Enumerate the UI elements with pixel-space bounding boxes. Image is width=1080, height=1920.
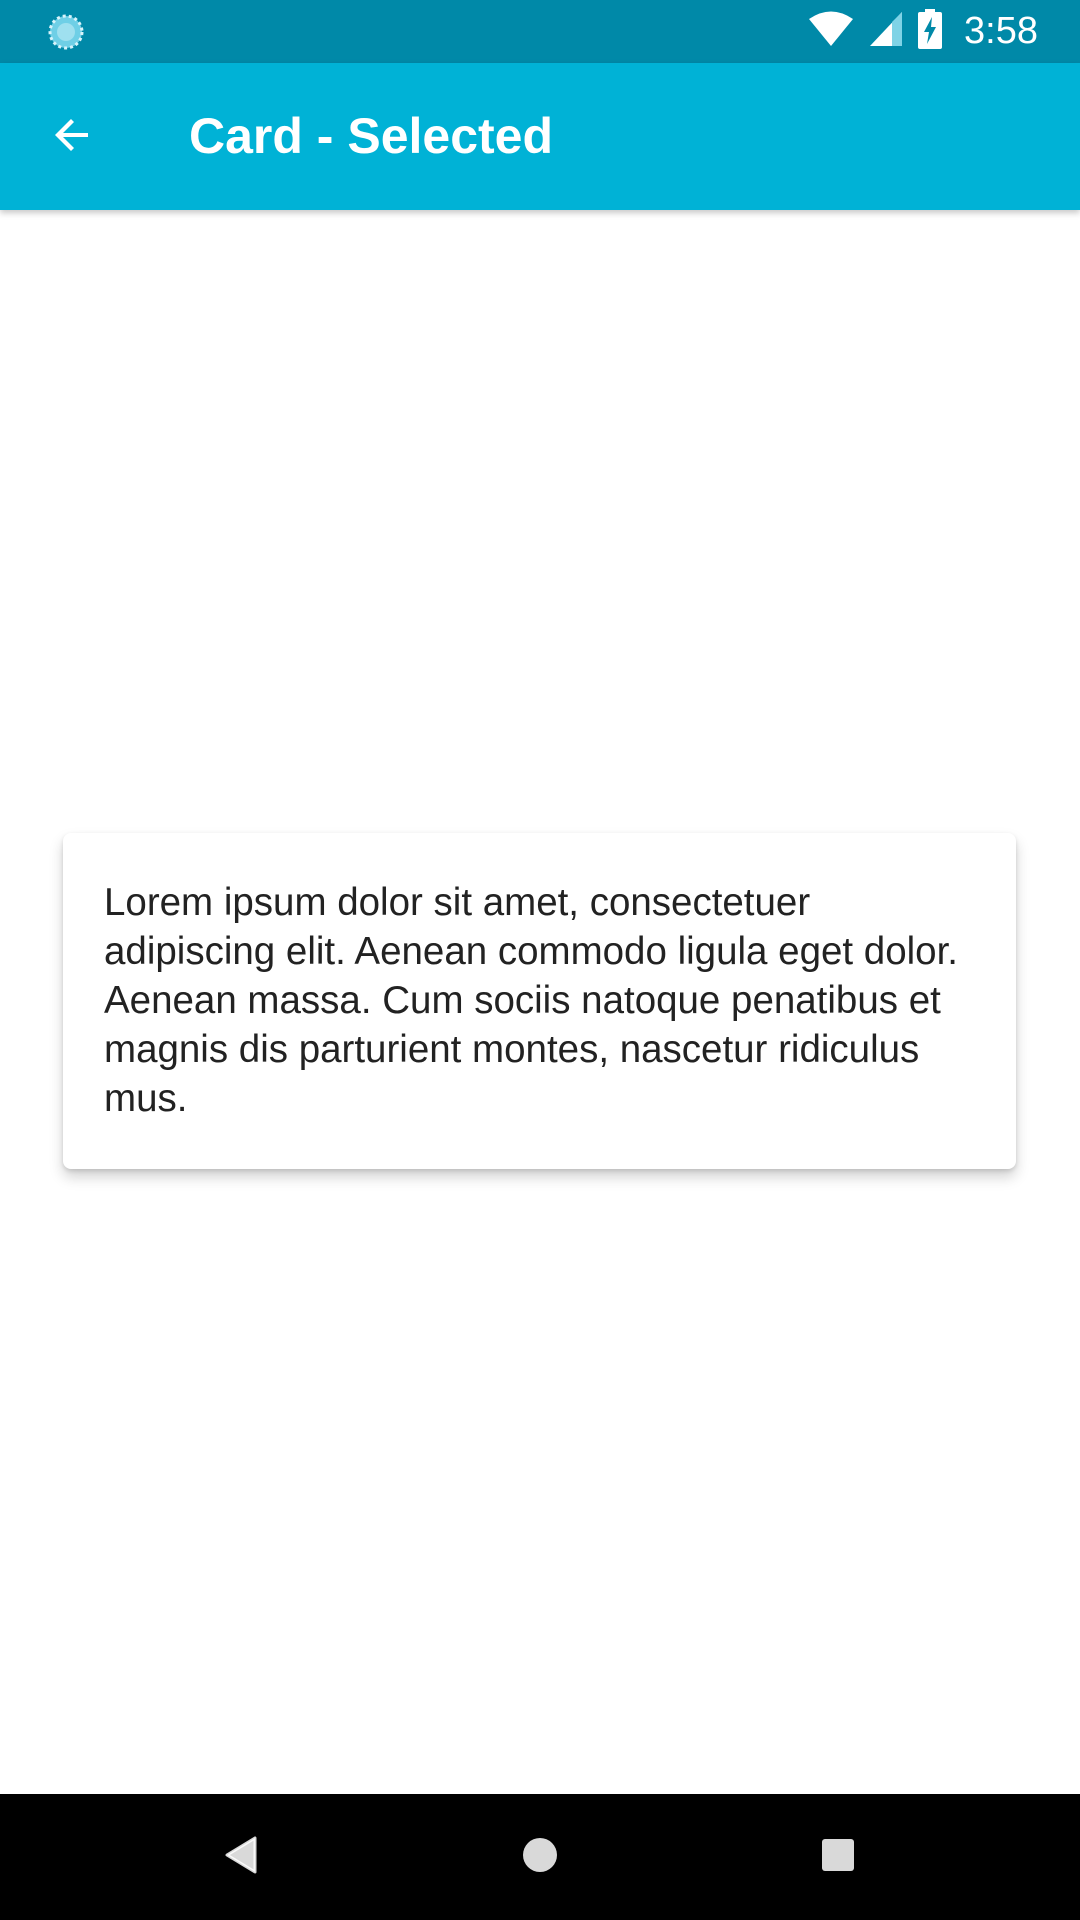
nav-back-button[interactable]: [206, 1822, 276, 1892]
selected-card[interactable]: Lorem ipsum dolor sit amet, consectetuer…: [63, 833, 1016, 1169]
home-circle-icon: [520, 1835, 560, 1880]
page-title: Card - Selected: [189, 108, 554, 164]
back-button[interactable]: [30, 95, 114, 179]
sync-notification-icon: [48, 14, 84, 50]
navigation-bar: [0, 1794, 1080, 1920]
screen: 3:58 Card - Selected Lorem ipsum dolor s…: [0, 0, 1080, 1920]
status-icons: 3:58: [808, 0, 1038, 63]
nav-home-button[interactable]: [505, 1822, 575, 1892]
back-triangle-icon: [223, 1835, 259, 1880]
arrow-back-icon: [48, 111, 96, 164]
status-time: 3:58: [964, 10, 1038, 52]
status-bar: 3:58: [0, 0, 1080, 63]
card-text: Lorem ipsum dolor sit amet, consectetuer…: [104, 881, 958, 1120]
nav-recents-button[interactable]: [803, 1822, 873, 1892]
battery-charging-icon: [918, 9, 943, 54]
recents-square-icon: [820, 1837, 856, 1878]
app-bar: Card - Selected: [0, 63, 1080, 210]
cell-signal-icon: [868, 10, 904, 53]
wifi-icon: [808, 10, 854, 53]
